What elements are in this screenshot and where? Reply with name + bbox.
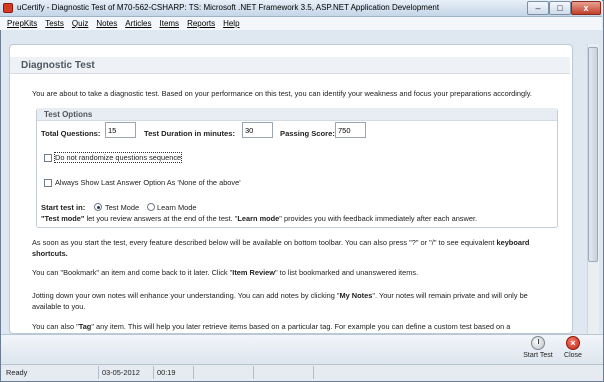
close-label: Close <box>564 352 582 359</box>
toolbar-info-text: As soon as you start the test, every fea… <box>32 238 529 247</box>
bookmark-info-b: " to list bookmarked and unanswered item… <box>275 268 419 277</box>
menu-notes[interactable]: Notes <box>92 17 121 30</box>
menu-tests[interactable]: Tests <box>41 17 68 30</box>
start-test-button[interactable]: Start Test <box>518 334 558 364</box>
learn-mode-term: Learn mode <box>237 214 280 223</box>
test-mode-term: "Test mode" <box>41 214 85 223</box>
notes-info-bold: My Notes <box>339 291 373 300</box>
notes-info-text-2: available to you. <box>32 302 86 311</box>
menu-bar: PrepKits Tests Quiz Notes Articles Items… <box>0 17 602 30</box>
bookmark-info-bold: Item Review <box>232 268 275 277</box>
total-questions-input[interactable] <box>105 122 136 138</box>
stopwatch-icon <box>531 336 545 350</box>
page-title: Diagnostic Test <box>21 60 95 71</box>
scrollbar-thumb[interactable] <box>588 47 598 262</box>
bookmark-info-a: You can "Bookmark" an item and come back… <box>32 268 233 277</box>
menu-items[interactable]: Items <box>156 17 184 30</box>
close-icon: × <box>566 336 580 350</box>
toolbar-info-a: As soon as you start the test, every fea… <box>32 238 497 247</box>
close-button[interactable]: × Close <box>553 334 593 364</box>
notes-info-a: Jotting down your own notes will enhance… <box>32 291 340 300</box>
status-text: Ready <box>3 366 99 379</box>
menu-quiz[interactable]: Quiz <box>68 17 92 30</box>
start-test-label: Start Test <box>523 352 553 359</box>
window-close-button[interactable]: x <box>571 1 601 15</box>
status-date: 03-05-2012 <box>99 366 154 379</box>
maximize-button[interactable]: □ <box>549 1 571 15</box>
learn-mode-radio[interactable] <box>147 203 155 211</box>
toolbar-info-text-2: shortcuts. <box>32 249 68 258</box>
tag-info-b: " any item. This will help you later ret… <box>91 322 511 331</box>
test-options-header <box>37 108 557 121</box>
toolbar-info-bold: keyboard <box>496 238 530 247</box>
test-mode-label[interactable]: Test Mode <box>105 203 139 212</box>
status-cell-empty-2 <box>254 366 314 379</box>
test-duration-input[interactable] <box>242 122 273 138</box>
menu-reports[interactable]: Reports <box>183 17 219 30</box>
passing-score-input[interactable] <box>335 122 366 138</box>
total-questions-label: Total Questions: <box>41 129 101 138</box>
test-duration-label: Test Duration in minutes: <box>144 129 235 138</box>
minimize-button[interactable]: – <box>527 1 549 15</box>
tag-info-bold: Tag <box>78 322 92 331</box>
menu-articles[interactable]: Articles <box>121 17 155 30</box>
mode-description-part1: let you review answers at the end of the… <box>84 214 238 223</box>
last-answer-none-label[interactable]: Always Show Last Answer Option As 'None … <box>55 178 241 187</box>
intro-text: You are about to take a diagnostic test.… <box>32 89 532 98</box>
notes-info-b: ". Your notes will remain private and wi… <box>372 291 528 300</box>
start-test-in-label: Start test in: <box>41 203 86 212</box>
test-mode-radio[interactable] <box>94 203 102 211</box>
tag-info-a: You can also " <box>32 322 79 331</box>
app-logo-icon <box>3 3 13 13</box>
mode-description-part2: " provides you with feedback immediately… <box>279 214 478 223</box>
title-bar[interactable]: uCertify - Diagnostic Test of M70-562-CS… <box>0 0 602 17</box>
mode-description: "Test mode" let you review answers at th… <box>41 214 477 223</box>
tag-info-text: You can also "Tag" any item. This will h… <box>32 322 510 331</box>
menu-help[interactable]: Help <box>219 17 243 30</box>
notes-info-text: Jotting down your own notes will enhance… <box>32 291 528 300</box>
window-title: uCertify - Diagnostic Test of M70-562-CS… <box>17 3 440 12</box>
last-answer-none-checkbox[interactable] <box>44 179 52 187</box>
learn-mode-label[interactable]: Learn Mode <box>157 203 196 212</box>
passing-score-label: Passing Score: <box>280 129 335 138</box>
bookmark-info-text: You can "Bookmark" an item and come back… <box>32 268 418 277</box>
test-options-title: Test Options <box>44 110 93 119</box>
menu-prepkits[interactable]: PrepKits <box>3 17 41 30</box>
no-randomize-label[interactable]: Do not randomize questions sequence <box>53 152 183 163</box>
status-time: 00:19 <box>154 366 194 379</box>
status-cell-empty-1 <box>194 366 254 379</box>
no-randomize-checkbox[interactable] <box>44 154 52 162</box>
bottom-toolbar <box>1 334 603 364</box>
